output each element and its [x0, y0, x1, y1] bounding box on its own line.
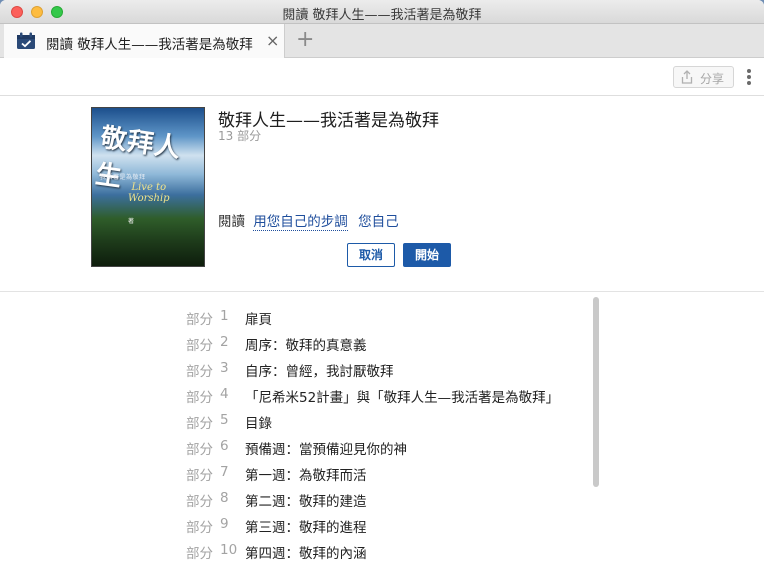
share-button[interactable]: 分享	[673, 66, 734, 88]
cover-subtitle-art: 我活著是為敬拜	[100, 174, 146, 181]
add-tab-button[interactable]: +	[296, 27, 314, 52]
part-title: 預備週：當預備迎見你的神	[245, 442, 407, 458]
parts-list: 部分 1 扉頁 部分 2 周序：敬拜的真意義 部分 3 自序：曾經，我討厭敬拜 …	[0, 293, 764, 570]
part-number: 4	[220, 386, 229, 402]
part-title: 扉頁	[245, 312, 272, 328]
part-prefix: 部分	[186, 364, 213, 380]
plan-parts-count: 13 部分	[218, 129, 262, 143]
share-upload-icon	[681, 70, 693, 84]
reading-pace: 閱讀 用您自己的步調 您自己	[218, 210, 399, 231]
part-number: 5	[220, 412, 229, 428]
part-prefix: 部分	[186, 546, 213, 562]
part-number: 10	[220, 542, 238, 558]
audience-option-link[interactable]: 您自己	[358, 214, 399, 230]
cover-author-art: 著	[128, 218, 135, 225]
scrollbar[interactable]	[593, 297, 599, 487]
part-number: 9	[220, 516, 229, 532]
part-prefix: 部分	[186, 338, 213, 354]
plan-header: 敬拜人生 我活著是為敬拜 Live to Worship 著 敬拜人生——我活著是…	[0, 96, 764, 292]
toolbar: 分享	[0, 58, 764, 96]
close-icon[interactable]: ×	[266, 31, 279, 50]
part-title: 「尼希米52計畫」與「敬拜人生—我活著是為敬拜」	[245, 390, 560, 406]
book-cover-image: 敬拜人生 我活著是為敬拜 Live to Worship 著	[91, 107, 205, 267]
part-prefix: 部分	[186, 494, 213, 510]
title-bar: 閱讀 敬拜人生——我活著是為敬拜	[0, 0, 764, 24]
part-title: 第二週：敬拜的建造	[245, 494, 367, 510]
part-number: 1	[220, 308, 229, 324]
part-prefix: 部分	[186, 416, 213, 432]
tab-label: 閱讀 敬拜人生——我活著是為敬拜	[46, 37, 253, 53]
part-number: 3	[220, 360, 229, 376]
start-button[interactable]: 開始	[403, 243, 451, 267]
window-title: 閱讀 敬拜人生——我活著是為敬拜	[282, 8, 482, 23]
tab-bar: 閱讀 敬拜人生——我活著是為敬拜 × +	[0, 24, 764, 58]
part-number: 2	[220, 334, 229, 350]
part-title: 第三週：敬拜的進程	[245, 520, 367, 536]
part-prefix: 部分	[186, 390, 213, 406]
cover-english-art: Live to Worship	[128, 182, 170, 204]
part-title: 第一週：為敬拜而活	[245, 468, 367, 484]
part-title: 目錄	[245, 416, 272, 432]
part-title: 周序：敬拜的真意義	[245, 338, 367, 354]
part-number: 6	[220, 438, 229, 454]
part-number: 7	[220, 464, 229, 480]
part-number: 8	[220, 490, 229, 506]
pace-option-link[interactable]: 用您自己的步調	[253, 214, 348, 231]
part-title: 第四週：敬拜的內涵	[245, 546, 367, 562]
part-prefix: 部分	[186, 468, 213, 484]
reading-pace-prefix: 閱讀	[218, 214, 245, 230]
app-window: 閱讀 敬拜人生——我活著是為敬拜 閱讀 敬拜人生——我活著是為敬拜 × + 分享	[0, 0, 764, 570]
part-prefix: 部分	[186, 442, 213, 458]
cancel-button[interactable]: 取消	[347, 243, 395, 267]
more-vertical-icon[interactable]	[746, 69, 752, 87]
part-prefix: 部分	[186, 312, 213, 328]
share-label: 分享	[700, 72, 725, 86]
tab-reading-plan[interactable]: 閱讀 敬拜人生——我活著是為敬拜 ×	[4, 24, 285, 58]
calendar-check-icon	[17, 32, 35, 49]
part-title: 自序：曾經，我討厭敬拜	[245, 364, 394, 380]
part-prefix: 部分	[186, 520, 213, 536]
